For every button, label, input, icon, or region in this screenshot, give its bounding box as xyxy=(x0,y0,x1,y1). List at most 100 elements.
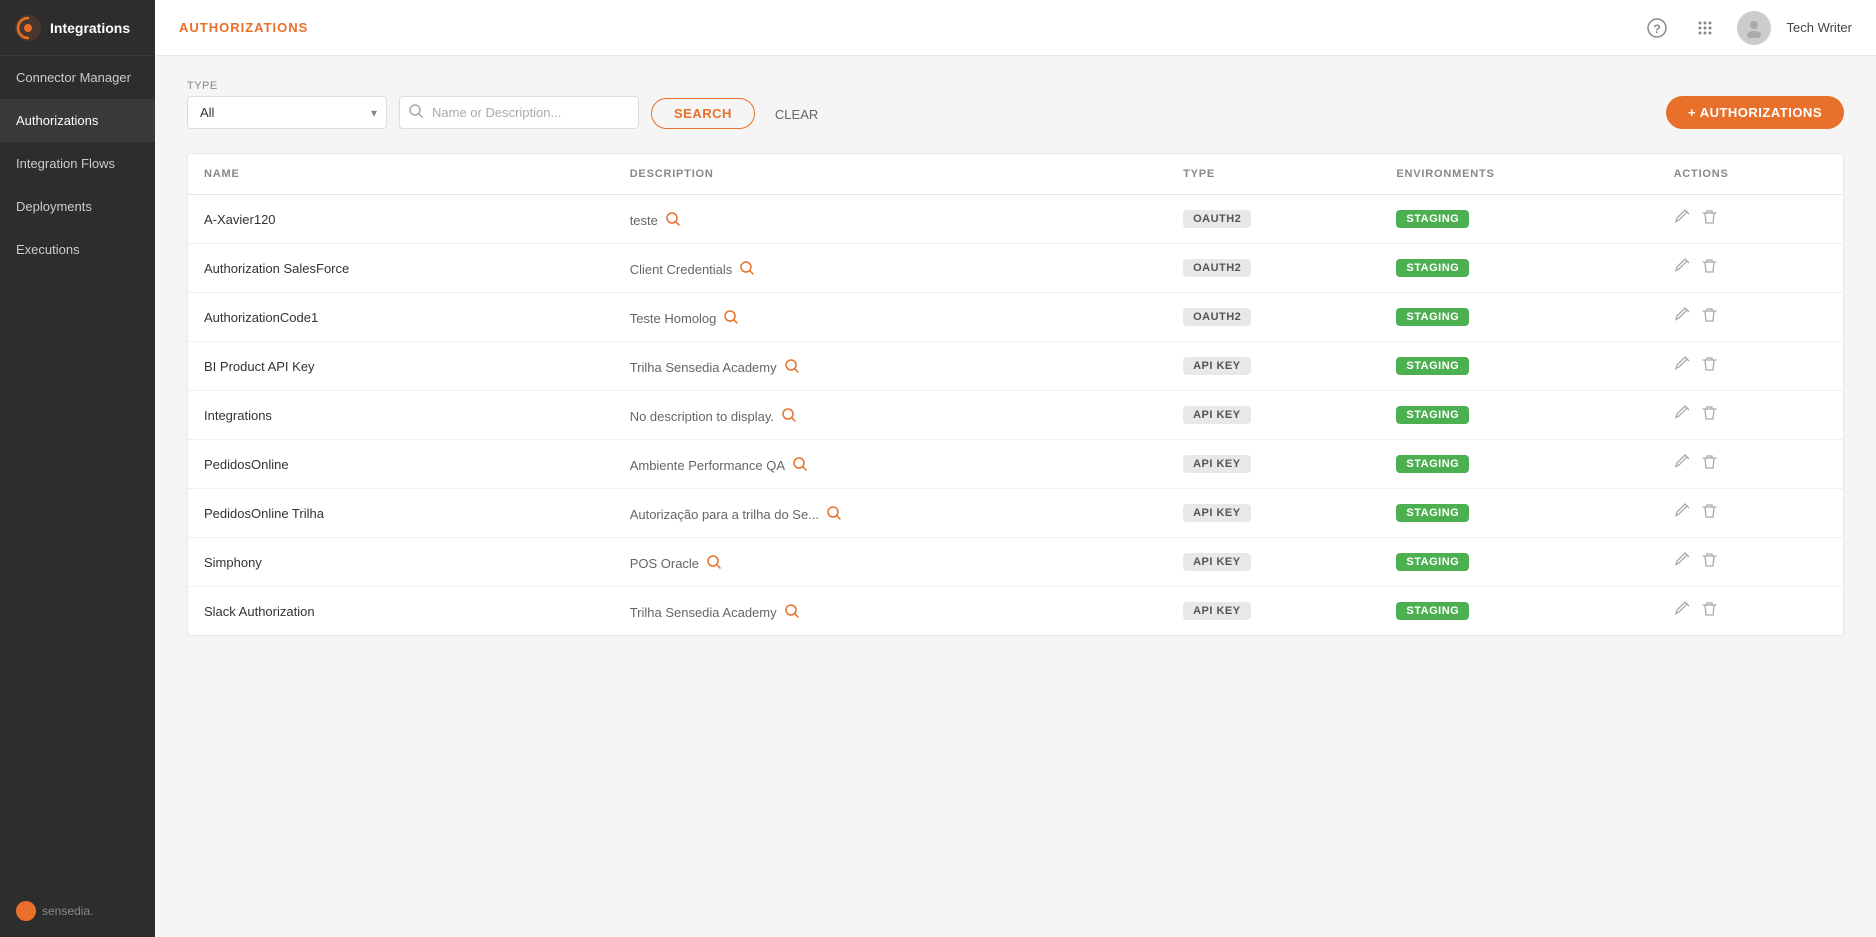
cell-actions xyxy=(1658,587,1843,635)
cell-name: Authorization SalesForce xyxy=(188,244,614,293)
delete-icon[interactable] xyxy=(1702,209,1717,229)
row-search-icon[interactable] xyxy=(782,408,796,425)
add-authorization-button[interactable]: + AUTHORIZATIONS xyxy=(1666,96,1844,129)
delete-icon[interactable] xyxy=(1702,454,1717,474)
help-button[interactable]: ? xyxy=(1641,12,1673,44)
edit-icon[interactable] xyxy=(1674,405,1690,425)
cell-description: POS Oracle xyxy=(614,541,1167,586)
svg-text:?: ? xyxy=(1653,22,1660,36)
search-input[interactable] xyxy=(399,96,639,129)
cell-actions xyxy=(1658,342,1843,390)
sensedia-branding: sensedia. xyxy=(16,901,93,921)
type-select[interactable]: All OAUTH2 API KEY BASIC xyxy=(187,96,387,129)
env-badge: STAGING xyxy=(1396,553,1469,571)
authorizations-table-container: NAME DESCRIPTION TYPE ENVIRONMENTS ACTIO… xyxy=(187,153,1844,636)
table-row: Authorization SalesForceClient Credentia… xyxy=(188,244,1843,293)
cell-description: Trilha Sensedia Academy xyxy=(614,345,1167,390)
table-row: BI Product API KeyTrilha Sensedia Academ… xyxy=(188,342,1843,391)
edit-icon[interactable] xyxy=(1674,601,1690,621)
col-actions: ACTIONS xyxy=(1658,154,1843,195)
delete-icon[interactable] xyxy=(1702,405,1717,425)
cell-description: teste xyxy=(614,198,1167,243)
delete-icon[interactable] xyxy=(1702,307,1717,327)
table-row: SimphonyPOS OracleAPI KEYSTAGING xyxy=(188,538,1843,587)
cell-type: OAUTH2 xyxy=(1167,195,1380,244)
env-badge: STAGING xyxy=(1396,602,1469,620)
table-row: PedidosOnlineAmbiente Performance QAAPI … xyxy=(188,440,1843,489)
cell-actions xyxy=(1658,293,1843,341)
edit-icon[interactable] xyxy=(1674,503,1690,523)
col-environments: ENVIRONMENTS xyxy=(1380,154,1657,195)
cell-actions xyxy=(1658,244,1843,292)
page-title: AUTHORIZATIONS xyxy=(179,20,308,35)
cell-name: Integrations xyxy=(188,391,614,440)
cell-name: AuthorizationCode1 xyxy=(188,293,614,342)
cell-actions xyxy=(1658,440,1843,488)
sidebar-logo: Integrations xyxy=(0,0,155,56)
row-search-icon[interactable] xyxy=(827,506,841,523)
col-description: DESCRIPTION xyxy=(614,154,1167,195)
delete-icon[interactable] xyxy=(1702,552,1717,572)
row-search-icon[interactable] xyxy=(785,604,799,621)
topbar-actions: ? xyxy=(1641,11,1853,45)
row-search-icon[interactable] xyxy=(785,359,799,376)
table-body: A-Xavier120testeOAUTH2STAGINGAuthorizati… xyxy=(188,195,1843,636)
search-button[interactable]: SEARCH xyxy=(651,98,755,129)
table-row: PedidosOnline TrilhaAutorização para a t… xyxy=(188,489,1843,538)
sidebar-item-integration-flows[interactable]: Integration Flows xyxy=(0,142,155,185)
cell-name: PedidosOnline xyxy=(188,440,614,489)
env-badge: STAGING xyxy=(1396,357,1469,375)
type-badge: API KEY xyxy=(1183,553,1251,571)
row-search-icon[interactable] xyxy=(666,212,680,229)
sensedia-dot-icon xyxy=(16,901,36,921)
table-row: AuthorizationCode1Teste HomologOAUTH2STA… xyxy=(188,293,1843,342)
sidebar: Integrations Connector ManagerAuthorizat… xyxy=(0,0,155,937)
type-badge: API KEY xyxy=(1183,406,1251,424)
edit-icon[interactable] xyxy=(1674,552,1690,572)
type-badge: API KEY xyxy=(1183,602,1251,620)
row-search-icon[interactable] xyxy=(707,555,721,572)
type-badge: OAUTH2 xyxy=(1183,259,1251,277)
env-badge: STAGING xyxy=(1396,259,1469,277)
cell-description: Autorização para a trilha do Se... xyxy=(614,492,1167,537)
edit-icon[interactable] xyxy=(1674,209,1690,229)
cell-environment: STAGING xyxy=(1380,342,1657,391)
type-badge: OAUTH2 xyxy=(1183,308,1251,326)
cell-actions xyxy=(1658,489,1843,537)
cell-name: PedidosOnline Trilha xyxy=(188,489,614,538)
delete-icon[interactable] xyxy=(1702,258,1717,278)
grid-button[interactable] xyxy=(1689,12,1721,44)
edit-icon[interactable] xyxy=(1674,307,1690,327)
username-label: Tech Writer xyxy=(1787,20,1853,35)
cell-environment: STAGING xyxy=(1380,587,1657,636)
search-inside-icon xyxy=(409,104,423,121)
clear-button[interactable]: CLEAR xyxy=(767,100,826,129)
row-search-icon[interactable] xyxy=(740,261,754,278)
cell-type: OAUTH2 xyxy=(1167,293,1380,342)
table-row: A-Xavier120testeOAUTH2STAGING xyxy=(188,195,1843,244)
edit-icon[interactable] xyxy=(1674,454,1690,474)
sidebar-item-connector-manager[interactable]: Connector Manager xyxy=(0,56,155,99)
cell-type: API KEY xyxy=(1167,587,1380,636)
row-search-icon[interactable] xyxy=(724,310,738,327)
env-badge: STAGING xyxy=(1396,406,1469,424)
sidebar-item-deployments[interactable]: Deployments xyxy=(0,185,155,228)
sidebar-item-authorizations[interactable]: Authorizations xyxy=(0,99,155,142)
avatar[interactable] xyxy=(1737,11,1771,45)
delete-icon[interactable] xyxy=(1702,356,1717,376)
edit-icon[interactable] xyxy=(1674,258,1690,278)
cell-type: OAUTH2 xyxy=(1167,244,1380,293)
main-area: AUTHORIZATIONS ? xyxy=(155,0,1876,937)
type-select-wrapper: All OAUTH2 API KEY BASIC ▾ xyxy=(187,96,387,129)
cell-type: API KEY xyxy=(1167,391,1380,440)
cell-environment: STAGING xyxy=(1380,195,1657,244)
cell-name: A-Xavier120 xyxy=(188,195,614,244)
delete-icon[interactable] xyxy=(1702,601,1717,621)
sidebar-item-executions[interactable]: Executions xyxy=(0,228,155,271)
cell-environment: STAGING xyxy=(1380,440,1657,489)
delete-icon[interactable] xyxy=(1702,503,1717,523)
edit-icon[interactable] xyxy=(1674,356,1690,376)
cell-description: No description to display. xyxy=(614,394,1167,439)
cell-actions xyxy=(1658,538,1843,586)
row-search-icon[interactable] xyxy=(793,457,807,474)
